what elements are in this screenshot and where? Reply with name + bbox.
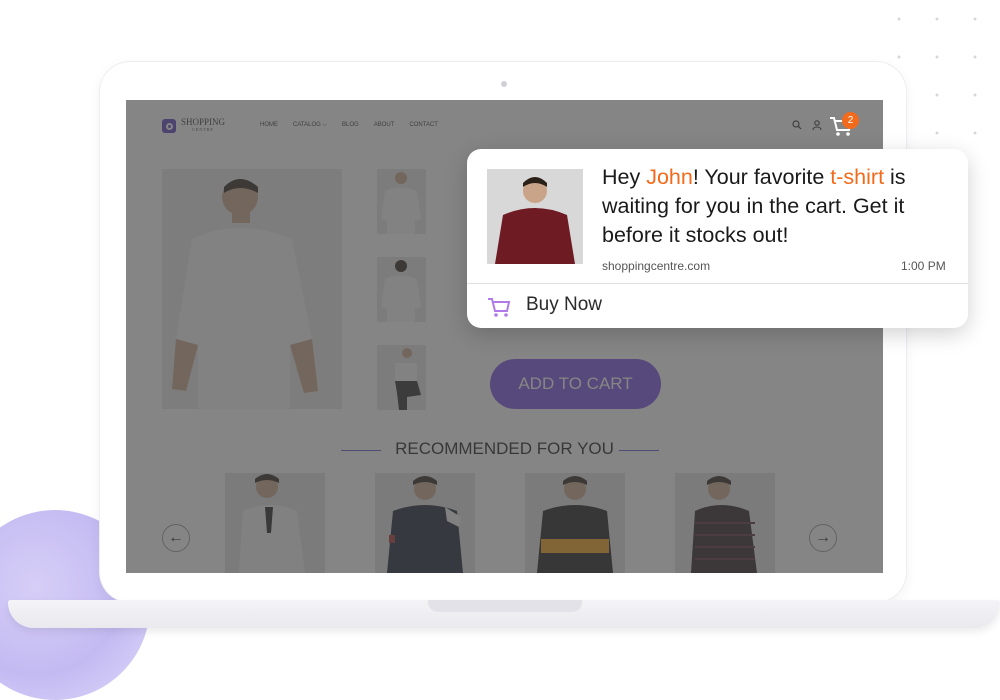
recommended-product-4[interactable] [675, 473, 775, 573]
product-thumbnail-1[interactable] [377, 169, 426, 234]
carousel-prev-button[interactable]: ← [162, 524, 190, 552]
recommended-heading: RECOMMENDED FOR YOU [395, 439, 614, 458]
notification-product-image [487, 169, 583, 264]
logo-mark-icon [162, 119, 176, 133]
product-type: t-shirt [830, 165, 885, 189]
recommended-product-2[interactable] [375, 473, 475, 573]
search-icon[interactable] [792, 120, 802, 130]
logo-subtext: CENTRE [192, 127, 214, 132]
notification-time: 1:00 PM [901, 259, 946, 273]
push-notification-card[interactable]: Hey John! Your favorite t-shirt is waiti… [467, 149, 968, 328]
chevron-down-icon: ⌵ [322, 122, 328, 128]
buy-now-button[interactable]: Buy Now [526, 294, 602, 316]
product-thumbnail-3[interactable] [377, 345, 426, 410]
menu-item-home[interactable]: HOME [260, 122, 278, 129]
arrow-right-icon: → [815, 529, 831, 546]
main-product-image[interactable] [162, 169, 342, 409]
recommended-product-1[interactable] [225, 473, 325, 573]
notification-site: shoppingcentre.com [602, 259, 711, 273]
menu-item-catalog[interactable]: CATALOG ⌵ [293, 122, 327, 129]
menu-item-blog[interactable]: BLOG [342, 122, 359, 129]
carousel-next-button[interactable]: → [809, 524, 837, 552]
user-icon[interactable] [812, 120, 822, 130]
cart-count-badge: 2 [842, 112, 859, 129]
notification-divider [467, 283, 968, 284]
main-menu: HOME CATALOG ⌵ BLOG ABOUT CONTACT [260, 122, 438, 129]
cart-icon [488, 298, 511, 317]
laptop-notch [428, 600, 582, 612]
recommended-product-3[interactable] [525, 473, 625, 573]
add-to-cart-button[interactable]: ADD TO CART [490, 359, 661, 409]
site-logo[interactable]: SHOPPING CENTRE [162, 118, 225, 134]
menu-item-about[interactable]: ABOUT [374, 122, 395, 129]
notification-message: Hey John! Your favorite t-shirt is waiti… [602, 165, 906, 247]
site-navbar: SHOPPING CENTRE HOME CATALOG ⌵ BLOG ABOU… [126, 100, 883, 152]
laptop-camera [501, 81, 507, 87]
heading-line-right [619, 450, 659, 451]
product-thumbnail-2[interactable] [377, 257, 426, 322]
arrow-left-icon: ← [168, 529, 184, 546]
menu-item-contact[interactable]: CONTACT [409, 122, 438, 129]
customer-name: John [646, 165, 693, 189]
